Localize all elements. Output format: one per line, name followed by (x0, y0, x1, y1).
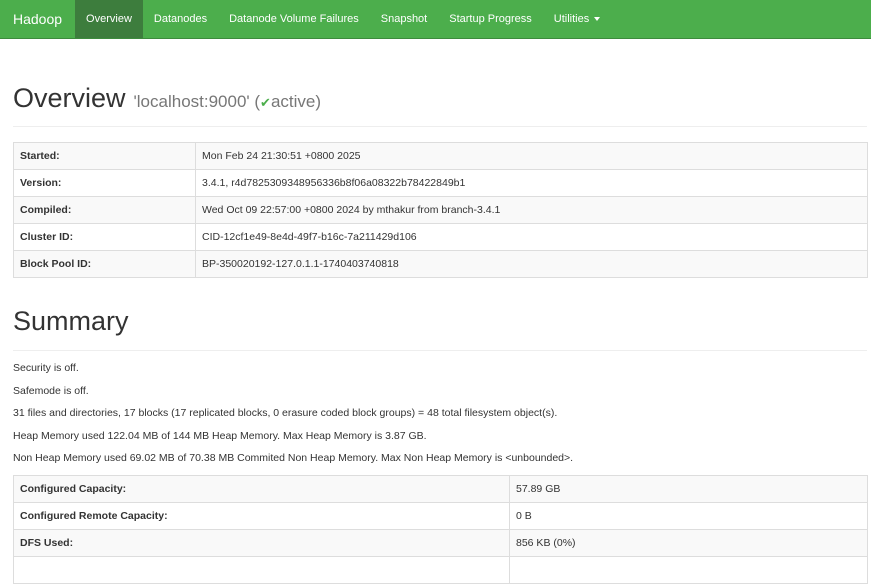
summary-title: Summary (13, 306, 129, 336)
summary-line: Safemode is off. (13, 384, 89, 397)
row-key: Version: (13, 169, 196, 197)
table-row: Configured Remote Capacity: 0 B (13, 501, 868, 530)
main-content: Overview 'localhost:9000' (✔active) Star… (0, 83, 871, 584)
table-row: DFS Used: 856 KB (0%) (13, 528, 868, 557)
namenode-address: 'localhost:9000' (✔active) (134, 92, 322, 112)
row-key (13, 555, 510, 584)
nav-datanode-volume-failures[interactable]: Datanode Volume Failures (218, 0, 370, 38)
overview-table: Started: Mon Feb 24 21:30:51 +0800 2025 … (13, 142, 868, 278)
nav-snapshot[interactable]: Snapshot (370, 0, 438, 38)
checkmark-icon: ✔ (260, 95, 271, 110)
capacity-table: Configured Capacity: 57.89 GB Configured… (13, 474, 868, 584)
nav-utilities-dropdown[interactable]: Utilities (543, 0, 611, 38)
row-value: 3.4.1, r4d7825309348956336b8f06a08322b78… (195, 169, 868, 197)
nav-startup-progress[interactable]: Startup Progress (438, 0, 543, 38)
row-key: Started: (13, 142, 196, 170)
table-row: Block Pool ID: BP-350020192-127.0.1.1-17… (13, 250, 868, 278)
table-row: Cluster ID: CID-12cf1e49-8e4d-49f7-b16c-… (13, 223, 868, 251)
table-row: Compiled: Wed Oct 09 22:57:00 +0800 2024… (13, 196, 868, 224)
status-close: ) (315, 92, 322, 111)
row-value: 856 KB (0%) (509, 528, 868, 557)
row-key: Block Pool ID: (13, 250, 196, 278)
table-row (13, 555, 868, 584)
nav-datanodes[interactable]: Datanodes (143, 0, 218, 38)
row-value (509, 555, 868, 584)
nav-overview[interactable]: Overview (75, 0, 143, 38)
overview-header: Overview 'localhost:9000' (✔active) (13, 83, 867, 127)
row-value: 57.89 GB (509, 474, 868, 503)
row-key: Compiled: (13, 196, 196, 224)
row-value: CID-12cf1e49-8e4d-49f7-b16c-7a211429d106 (195, 223, 868, 251)
summary-line: Security is off. (13, 362, 79, 374)
brand-link[interactable]: Hadoop (0, 0, 75, 38)
summary-line: Non Heap Memory used 69.02 MB of 70.38 M… (13, 452, 574, 464)
caret-down-icon (594, 17, 601, 21)
row-value: 0 B (509, 501, 868, 530)
summary-line: Heap Memory used 122.04 MB of 144 MB Hea… (13, 429, 427, 442)
row-value: Wed Oct 09 22:57:00 +0800 2024 by mthaku… (195, 196, 868, 224)
row-key: Cluster ID: (13, 223, 196, 251)
page-title: Overview (13, 83, 126, 113)
summary-line: 31 files and directories, 17 blocks (17 … (13, 407, 558, 419)
row-key: DFS Used: (13, 528, 510, 557)
host-label: 'localhost:9000' ( (133, 92, 261, 111)
row-key: Configured Remote Capacity: (13, 501, 510, 530)
summary-text: Security is off. Safemode is off. 31 fil… (13, 362, 867, 466)
top-navbar: Hadoop Overview Datanodes Datanode Volum… (0, 0, 871, 39)
table-row: Version: 3.4.1, r4d7825309348956336b8f06… (13, 169, 868, 197)
status-label: active (270, 92, 316, 111)
table-row: Configured Capacity: 57.89 GB (13, 474, 868, 503)
row-value: BP-350020192-127.0.1.1-1740403740818 (195, 250, 868, 278)
table-row: Started: Mon Feb 24 21:30:51 +0800 2025 (13, 142, 868, 170)
nav-utilities-label: Utilities (553, 13, 590, 25)
summary-header: Summary (13, 306, 867, 351)
row-value: Mon Feb 24 21:30:51 +0800 2025 (195, 142, 868, 170)
row-key: Configured Capacity: (13, 474, 510, 503)
